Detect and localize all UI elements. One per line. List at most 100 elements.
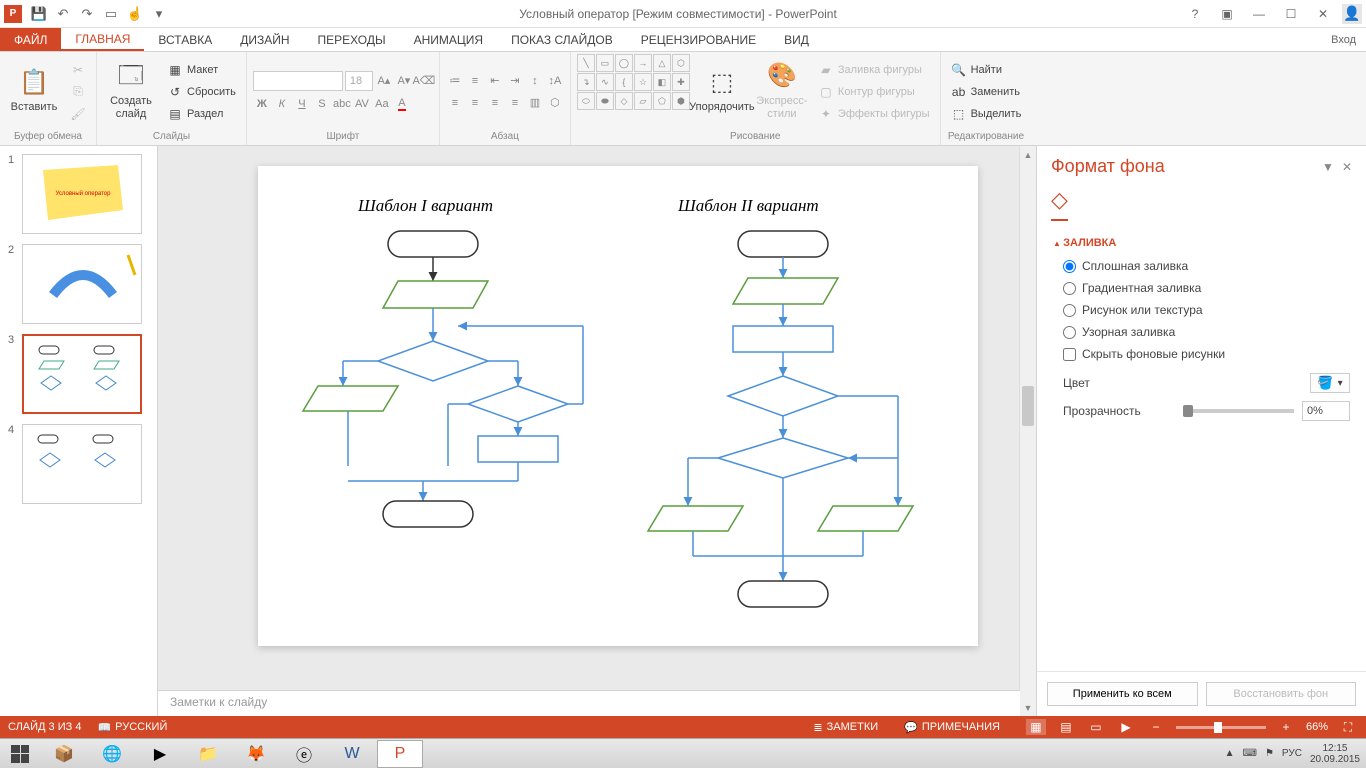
pane-dropdown-icon[interactable]: ▼ — [1322, 160, 1334, 174]
italic-button[interactable]: К — [273, 95, 291, 113]
scroll-down-icon[interactable]: ▼ — [1020, 699, 1036, 716]
slide-thumb-3[interactable] — [22, 334, 142, 414]
color-picker[interactable]: 🪣▾ — [1310, 373, 1350, 393]
tab-home[interactable]: ГЛАВНАЯ — [61, 28, 144, 51]
fit-to-window-icon[interactable]: ⛶ — [1338, 719, 1358, 735]
radio-solid-fill[interactable]: Сплошная заливка — [1053, 259, 1350, 273]
close-icon[interactable]: ✕ — [1310, 4, 1336, 24]
start-button[interactable] — [0, 739, 40, 769]
tray-flag-icon[interactable]: ⚑ — [1265, 748, 1274, 759]
fill-category-icon[interactable]: ◇ — [1051, 185, 1068, 221]
align-left-button[interactable]: ≡ — [446, 94, 464, 112]
touch-mode-icon[interactable]: ☝ — [124, 3, 146, 25]
copy-button[interactable]: ⎘ — [66, 82, 90, 102]
align-center-button[interactable]: ≡ — [466, 94, 484, 112]
shapes-gallery[interactable]: ╲ ▭ ◯ → △ ⬡ ↴ ∿ { ☆ ◧ ✚ ⬭ ⬬ ◇ ▱ ⬠ ⬢ — [577, 54, 690, 129]
tab-transitions[interactable]: ПЕРЕХОДЫ — [304, 28, 400, 51]
tab-review[interactable]: РЕЦЕНЗИРОВАНИЕ — [627, 28, 770, 51]
slide-thumb-2[interactable] — [22, 244, 142, 324]
task-ie[interactable]: ⓔ — [281, 740, 327, 768]
save-icon[interactable]: 💾 — [28, 3, 50, 25]
tab-slideshow[interactable]: ПОКАЗ СЛАЙДОВ — [497, 28, 627, 51]
format-painter-button[interactable]: 🖌 — [66, 104, 90, 124]
task-app-3[interactable]: ▶ — [137, 740, 183, 768]
shape-hex[interactable]: ⬡ — [672, 54, 690, 72]
redo-icon[interactable]: ↷ — [76, 3, 98, 25]
shape-tri[interactable]: △ — [653, 54, 671, 72]
shape-oval[interactable]: ◯ — [615, 54, 633, 72]
scroll-up-icon[interactable]: ▲ — [1020, 146, 1036, 163]
select-button[interactable]: ⬚Выделить — [947, 104, 1026, 124]
task-app-2[interactable]: 🌐 — [89, 740, 135, 768]
task-powerpoint[interactable]: P — [377, 740, 423, 768]
decrease-indent-button[interactable]: ⇤ — [486, 72, 504, 90]
help-icon[interactable]: ? — [1182, 4, 1208, 24]
shape-more4[interactable]: ▱ — [634, 92, 652, 110]
find-button[interactable]: 🔍Найти — [947, 60, 1026, 80]
slideshow-view-icon[interactable]: ▶ — [1116, 719, 1136, 735]
reset-bg-button[interactable]: Восстановить фон — [1206, 682, 1357, 706]
minimize-icon[interactable]: — — [1246, 4, 1272, 24]
shape-more5[interactable]: ⬠ — [653, 92, 671, 110]
line-spacing-button[interactable]: ↕ — [526, 72, 544, 90]
zoom-level[interactable]: 66% — [1306, 721, 1328, 733]
underline-button[interactable]: Ч — [293, 95, 311, 113]
radio-pattern-fill[interactable]: Узорная заливка — [1053, 325, 1350, 339]
task-word[interactable]: W — [329, 740, 375, 768]
transparency-slider[interactable] — [1183, 409, 1295, 413]
language-indicator[interactable]: 📖РУССКИЙ — [97, 721, 167, 734]
decrease-font-icon[interactable]: A▾ — [395, 72, 413, 90]
shape-more3[interactable]: ◇ — [615, 92, 633, 110]
bold-button[interactable]: Ж — [253, 95, 271, 113]
font-size-combo[interactable]: 18 — [345, 71, 373, 91]
transparency-spinbox[interactable]: 0% — [1302, 401, 1350, 421]
tab-view[interactable]: ВИД — [770, 28, 823, 51]
start-from-beginning-icon[interactable]: ▭ — [100, 3, 122, 25]
shape-effects-button[interactable]: ✦Эффекты фигуры — [814, 104, 934, 124]
zoom-slider[interactable] — [1176, 726, 1266, 729]
signin-link[interactable]: Вход — [1331, 28, 1366, 51]
increase-indent-button[interactable]: ⇥ — [506, 72, 524, 90]
radio-picture-fill[interactable]: Рисунок или текстура — [1053, 303, 1350, 317]
checkbox-hide-bg[interactable]: Скрыть фоновые рисунки — [1053, 347, 1350, 361]
strike-button[interactable]: S — [313, 95, 331, 113]
task-app-1[interactable]: 📦 — [41, 740, 87, 768]
tab-animations[interactable]: АНИМАЦИЯ — [400, 28, 497, 51]
align-right-button[interactable]: ≡ — [486, 94, 504, 112]
reset-button[interactable]: ↺Сбросить — [163, 82, 240, 102]
zoom-out-icon[interactable]: − — [1146, 719, 1166, 735]
quick-styles-button[interactable]: 🎨 Экспресс-стили — [754, 54, 810, 129]
apply-all-button[interactable]: Применить ко всем — [1047, 682, 1198, 706]
ribbon-display-icon[interactable]: ▣ — [1214, 4, 1240, 24]
font-color-button[interactable]: A — [393, 95, 411, 113]
maximize-icon[interactable]: ☐ — [1278, 4, 1304, 24]
tray-keyboard-icon[interactable]: ⌨ — [1243, 748, 1257, 759]
layout-button[interactable]: ▦Макет — [163, 60, 240, 80]
shape-outline-button[interactable]: ▢Контур фигуры — [814, 82, 934, 102]
shape-more2[interactable]: ⬬ — [596, 92, 614, 110]
slide-editor[interactable]: Шаблон I вариант Шаблон II вариант — [158, 146, 1036, 716]
shape-connector[interactable]: ↴ — [577, 73, 595, 91]
clear-format-icon[interactable]: A⌫ — [415, 72, 433, 90]
numbering-button[interactable]: ≡ — [466, 72, 484, 90]
section-button[interactable]: ▤Раздел — [163, 104, 240, 124]
shadow-button[interactable]: abc — [333, 95, 351, 113]
spacing-button[interactable]: AV — [353, 95, 371, 113]
text-direction-button[interactable]: ↕A — [546, 72, 564, 90]
shape-brace[interactable]: { — [615, 73, 633, 91]
slide-thumb-1[interactable]: Условный оператор — [22, 154, 142, 234]
normal-view-icon[interactable]: ▦ — [1026, 719, 1046, 735]
new-slide-button[interactable]: 🗔 Создать слайд — [103, 54, 159, 129]
arrange-button[interactable]: ⬚ Упорядочить — [694, 54, 750, 129]
cut-button[interactable]: ✂ — [66, 60, 90, 80]
shape-line[interactable]: ╲ — [577, 54, 595, 72]
tab-insert[interactable]: ВСТАВКА — [144, 28, 226, 51]
bullets-button[interactable]: ≔ — [446, 72, 464, 90]
replace-button[interactable]: abЗаменить — [947, 82, 1026, 102]
case-button[interactable]: Aa — [373, 95, 391, 113]
paste-button[interactable]: 📋 Вставить — [6, 54, 62, 129]
reading-view-icon[interactable]: ▭ — [1086, 719, 1106, 735]
shape-more6[interactable]: ⬢ — [672, 92, 690, 110]
shape-plus[interactable]: ✚ — [672, 73, 690, 91]
shape-callout[interactable]: ◧ — [653, 73, 671, 91]
